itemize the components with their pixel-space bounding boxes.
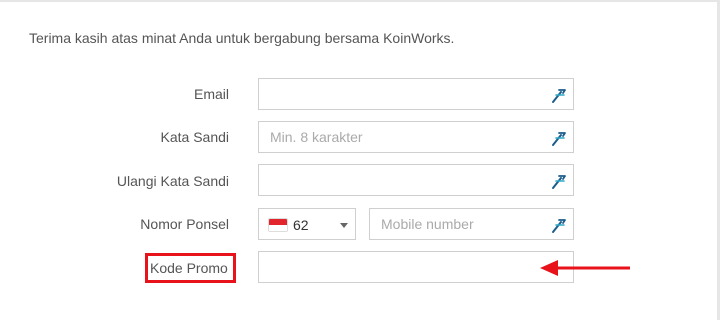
autofill-icon[interactable] [550, 86, 568, 104]
autofill-icon[interactable] [550, 172, 568, 190]
chevron-down-icon [340, 223, 348, 228]
phone-number-field[interactable] [370, 209, 573, 239]
email-label: Email [193, 86, 229, 102]
password-confirm-field-wrapper [258, 164, 574, 196]
password-label: Kata Sandi [160, 129, 230, 145]
promo-label: Kode Promo [150, 260, 228, 276]
promo-field-wrapper [258, 251, 574, 283]
autofill-icon[interactable] [550, 129, 568, 147]
phone-field-wrapper [369, 208, 574, 240]
email-field[interactable] [259, 79, 573, 109]
intro-text: Terima kasih atas minat Anda untuk berga… [29, 30, 455, 46]
password-field-wrapper [258, 121, 574, 153]
password-confirm-field[interactable] [259, 165, 573, 195]
autofill-icon[interactable] [550, 216, 568, 234]
password-field[interactable] [259, 122, 573, 152]
promo-code-field[interactable] [259, 252, 573, 282]
email-field-wrapper [258, 78, 574, 110]
indonesia-flag-icon [268, 218, 288, 232]
top-border [0, 0, 720, 2]
phone-label: Nomor Ponsel [140, 216, 229, 232]
arrow-left-icon [540, 260, 630, 276]
country-code-select[interactable]: 62 [258, 208, 356, 240]
country-code-value: 62 [293, 217, 309, 233]
password-confirm-label: Ulangi Kata Sandi [116, 173, 229, 189]
